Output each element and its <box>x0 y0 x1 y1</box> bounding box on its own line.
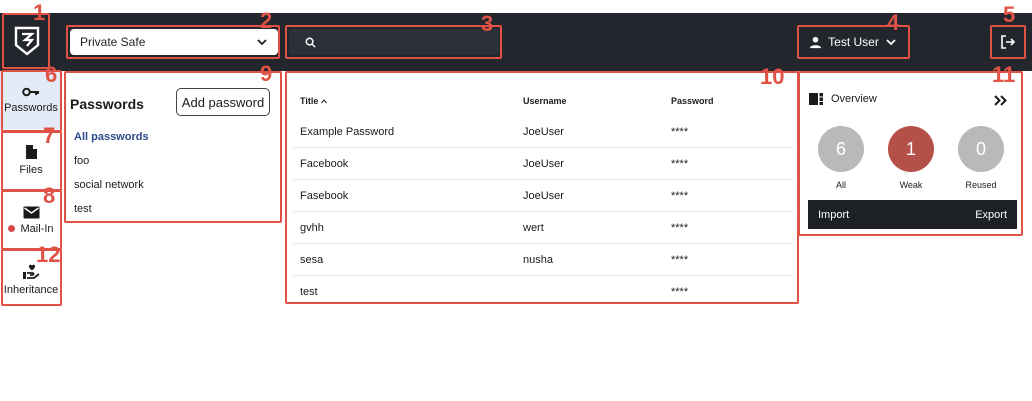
callout-number: 1 <box>33 0 46 25</box>
callout-box-5 <box>990 25 1026 59</box>
callout-number: 8 <box>43 183 56 208</box>
callout-number: 12 <box>36 242 61 267</box>
callout-number: 10 <box>760 64 785 89</box>
callout-number: 5 <box>1003 2 1016 27</box>
callout-box-2 <box>66 25 280 59</box>
callout-number: 7 <box>43 123 56 148</box>
callout-box-3 <box>285 25 502 59</box>
callout-box-10 <box>285 71 799 304</box>
callout-number: 11 <box>992 62 1016 87</box>
callout-number: 2 <box>260 8 273 33</box>
callout-number: 3 <box>481 11 494 36</box>
callout-box-9 <box>64 71 282 223</box>
callout-box-11 <box>798 71 1023 236</box>
callout-number: 6 <box>45 62 58 87</box>
callout-number: 4 <box>887 10 900 35</box>
callout-number: 9 <box>260 61 273 86</box>
